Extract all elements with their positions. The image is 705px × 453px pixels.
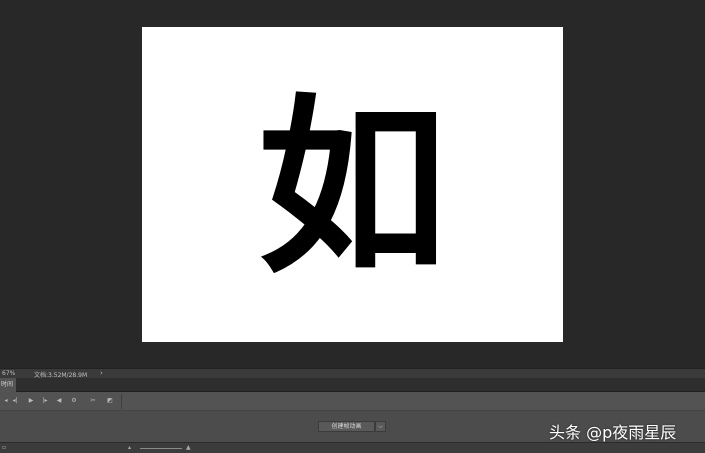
zoom-slider[interactable] (140, 448, 182, 449)
transition-icon[interactable]: ◩ (104, 395, 116, 407)
document-workspace: 如 (0, 0, 705, 368)
document-canvas[interactable]: 如 (142, 27, 563, 342)
watermark: 头条 @p夜雨星辰 (549, 423, 677, 442)
convert-icon[interactable]: ▫ (2, 444, 6, 451)
settings-icon[interactable]: ⚙ (68, 395, 80, 407)
timeline-toolbar: ◂ ◂| ▶ |▸ ◀ ⚙ ✂ ◩ (0, 392, 705, 411)
scissors-icon[interactable]: ✂ (87, 395, 99, 407)
tab-timeline[interactable]: 时间轴 (0, 378, 16, 402)
canvas-glyph: 如 (257, 77, 448, 299)
status-bar: 67% 文档:3.52M/28.9M › (0, 368, 705, 379)
zoom-level[interactable]: 67% (2, 370, 15, 377)
zoom-out-icon[interactable]: ▴ (128, 444, 131, 451)
create-frame-animation-button[interactable]: 创建帧动画 (318, 421, 375, 432)
toolbar-divider (121, 394, 122, 409)
play-icon[interactable]: ▶ (25, 395, 37, 407)
audio-icon[interactable]: ◀ (53, 395, 65, 407)
status-menu-arrow[interactable]: › (100, 369, 103, 377)
zoom-in-icon[interactable]: ▲ (186, 444, 191, 451)
panel-tab-bar: 时间轴 (0, 378, 705, 402)
chevron-down-icon[interactable]: ⌵ (375, 421, 386, 432)
next-frame-icon[interactable]: |▸ (39, 395, 51, 407)
timeline-footer: ▫ ▴ ▲ (0, 442, 705, 453)
prev-frame-icon[interactable]: ◂| (9, 395, 21, 407)
